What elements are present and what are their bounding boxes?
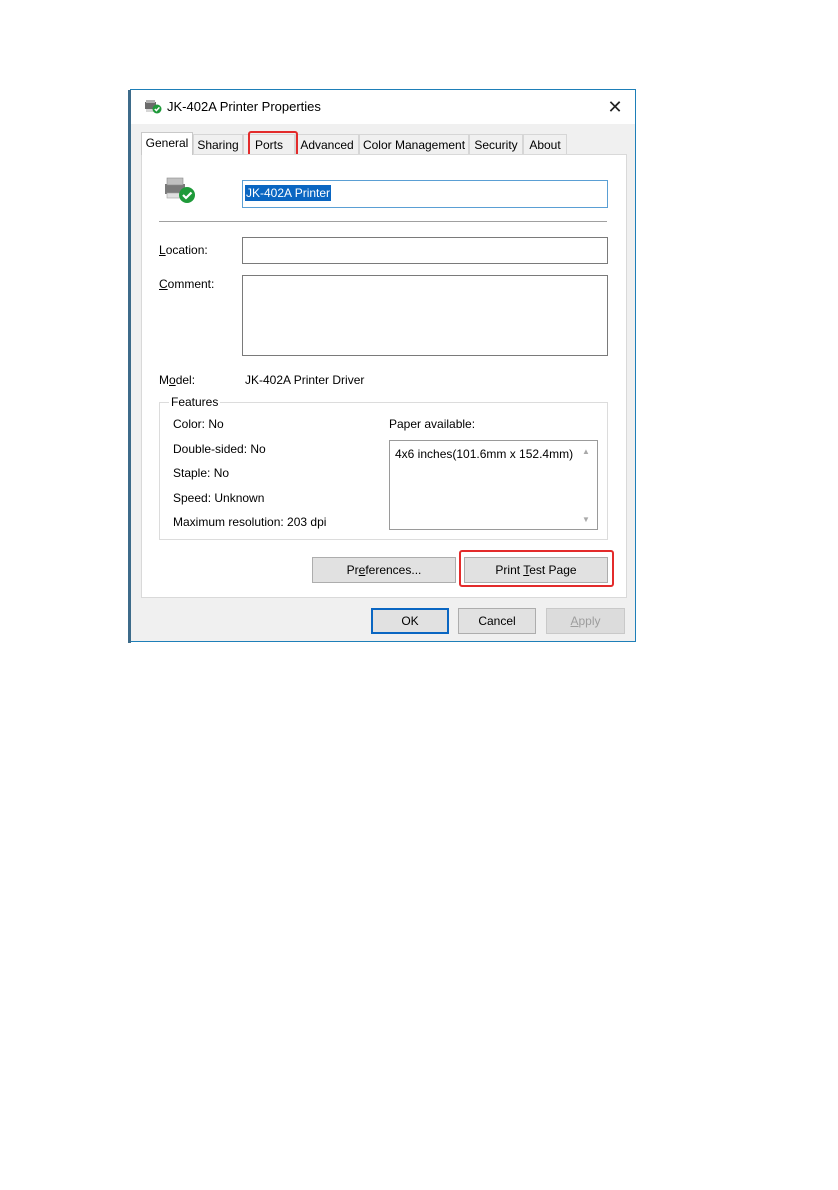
cancel-button[interactable]: Cancel bbox=[458, 608, 536, 634]
chevron-up-icon[interactable]: ▲ bbox=[582, 447, 590, 456]
printer-check-icon bbox=[165, 177, 195, 203]
feature-max-resolution: Maximum resolution: 203 dpi bbox=[173, 515, 327, 529]
preferences-button[interactable]: Preferences... bbox=[312, 557, 456, 583]
general-panel: JK-402A Printer Location: Comment: Model… bbox=[141, 154, 627, 598]
separator bbox=[159, 221, 607, 222]
location-input[interactable] bbox=[242, 237, 608, 264]
printer-name-selected-text: JK-402A Printer bbox=[245, 185, 332, 201]
background-edge bbox=[128, 90, 131, 643]
feature-staple: Staple: No bbox=[173, 466, 230, 480]
tab-ports[interactable]: Ports bbox=[243, 134, 295, 154]
features-group: Features Color: No Double-sided: No Stap… bbox=[159, 395, 608, 540]
tab-sharing[interactable]: Sharing bbox=[193, 134, 243, 154]
printer-name-input[interactable]: JK-402A Printer bbox=[242, 180, 608, 208]
window-title: JK-402A Printer Properties bbox=[167, 99, 321, 114]
tab-color-management[interactable]: Color Management bbox=[359, 134, 469, 154]
chevron-down-icon[interactable]: ▼ bbox=[582, 515, 590, 524]
printer-properties-dialog: JK-402A Printer Properties ✕ General Sha… bbox=[128, 89, 636, 643]
tab-general[interactable]: General bbox=[141, 132, 193, 155]
feature-color: Color: No bbox=[173, 417, 224, 431]
feature-speed: Speed: Unknown bbox=[173, 491, 265, 505]
comment-label: Comment: bbox=[159, 277, 215, 291]
tab-about[interactable]: About bbox=[523, 134, 567, 154]
paper-list[interactable]: 4x6 inches(101.6mm x 152.4mm) ▲ ▼ bbox=[389, 440, 598, 530]
title-bar: JK-402A Printer Properties ✕ bbox=[131, 90, 635, 124]
close-icon[interactable]: ✕ bbox=[601, 94, 629, 120]
features-legend: Features bbox=[169, 395, 221, 409]
tab-security[interactable]: Security bbox=[469, 134, 523, 154]
feature-double-sided: Double-sided: No bbox=[173, 442, 266, 456]
model-value: JK-402A Printer Driver bbox=[245, 373, 365, 387]
comment-textarea[interactable] bbox=[242, 275, 608, 356]
tab-advanced[interactable]: Advanced bbox=[295, 134, 359, 154]
printer-title-icon bbox=[145, 100, 162, 114]
model-label: Model: bbox=[159, 373, 196, 387]
paper-available-label: Paper available: bbox=[389, 417, 476, 431]
apply-button[interactable]: Apply bbox=[546, 608, 625, 634]
paper-list-item[interactable]: 4x6 inches(101.6mm x 152.4mm) bbox=[395, 447, 575, 461]
ok-button[interactable]: OK bbox=[371, 608, 449, 634]
location-label: Location: bbox=[159, 243, 208, 257]
print-test-page-button[interactable]: Print Test Page bbox=[464, 557, 608, 583]
